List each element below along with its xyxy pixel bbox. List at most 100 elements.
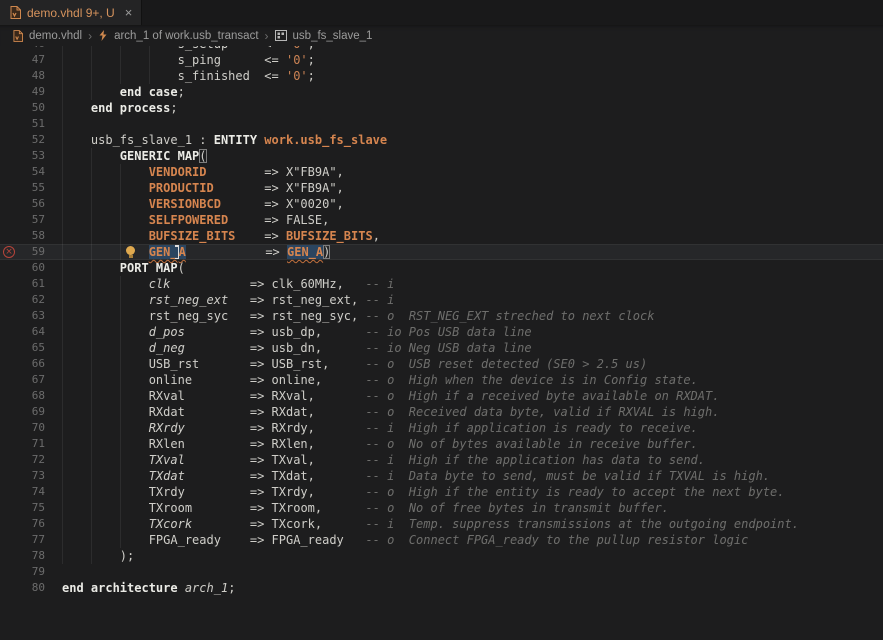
code-token: => (199, 357, 271, 371)
code-token: PRODUCTID (149, 181, 214, 195)
code-token: online (149, 373, 192, 387)
code-line-content: RXval => RXval, -- o High if a received … (62, 388, 719, 404)
gutter: 57 (0, 212, 62, 228)
code-line-56[interactable]: 56 VERSIONBCD => X"0020", (0, 196, 883, 212)
code-line-68[interactable]: 68 RXval => RXval, -- o High if a receiv… (0, 388, 883, 404)
code-line-69[interactable]: 69 RXdat => RXdat, -- o Received data by… (0, 404, 883, 420)
code-token: RXlen (149, 437, 185, 451)
code-line-77[interactable]: 77 FPGA_ready => FPGA_ready -- o Connect… (0, 532, 883, 548)
code-token: clk (149, 277, 171, 291)
code-line-76[interactable]: 76 TXcork => TXcork, -- i Temp. suppress… (0, 516, 883, 532)
gutter: 62 (0, 292, 62, 308)
code-line-54[interactable]: 54 VENDORID => X"FB9A", (0, 164, 883, 180)
line-number: 79 (11, 564, 45, 580)
code-line-66[interactable]: 66 USB_rst => USB_rst, -- o USB reset de… (0, 356, 883, 372)
tab-bar-empty-space (142, 0, 883, 25)
line-number: 47 (11, 52, 45, 68)
code-token: ; (308, 69, 315, 83)
code-line-79[interactable]: 79 (0, 564, 883, 580)
code-line-71[interactable]: 71 RXlen => RXlen, -- o No of bytes avai… (0, 436, 883, 452)
code-line-70[interactable]: 70 RXrdy => RXrdy, -- i High if applicat… (0, 420, 883, 436)
line-number: 76 (11, 516, 45, 532)
code-token: => (185, 469, 272, 483)
code-token (62, 229, 149, 243)
code-token: <= (264, 53, 286, 67)
line-number: 48 (11, 68, 45, 84)
code-token: TXcork, (272, 517, 366, 531)
code-token: => (185, 341, 272, 355)
gutter: 68 (0, 388, 62, 404)
code-token: ENTITY (214, 133, 265, 147)
code-line-47[interactable]: 47 s_ping <= '0'; (0, 52, 883, 68)
code-line-content: TXrdy => TXrdy, -- o High if the entity … (62, 484, 784, 500)
code-line-64[interactable]: 64 d_pos => usb_dp, -- io Pos USB data l… (0, 324, 883, 340)
code-line-60[interactable]: 60 PORT MAP( (0, 260, 883, 276)
code-line-67[interactable]: 67 online => online, -- o High when the … (0, 372, 883, 388)
code-token: end process (91, 101, 170, 115)
tab-bar: demo.vhdl 9+, U × (0, 0, 883, 25)
code-token (62, 325, 149, 339)
code-line-content: online => online, -- o High when the dev… (62, 372, 698, 388)
code-token (62, 261, 120, 275)
gutter: 70 (0, 420, 62, 436)
gutter: 67 (0, 372, 62, 388)
code-token: => (170, 277, 271, 291)
code-token: rst_neg_syc (149, 309, 228, 323)
code-line-61[interactable]: 61 clk => clk_60MHz, -- i (0, 276, 883, 292)
tab-close-icon[interactable]: × (125, 6, 133, 19)
code-line-72[interactable]: 72 TXval => TXval, -- i High if the appl… (0, 452, 883, 468)
code-line-55[interactable]: 55 PRODUCTID => X"FB9A", (0, 180, 883, 196)
code-token: -- o RST_NEG_EXT streched to next clock (365, 309, 654, 323)
code-token: SELFPOWERED (149, 213, 228, 227)
code-line-78[interactable]: 78 ); (0, 548, 883, 564)
line-number: 64 (11, 324, 45, 340)
code-line-51[interactable]: 51 (0, 116, 883, 132)
code-token: VENDORID (149, 165, 207, 179)
code-token: usb_dn, (272, 341, 366, 355)
code-line-59[interactable]: ×59 GEN_A => GEN_A) (0, 244, 883, 260)
line-number: 63 (11, 308, 45, 324)
tab-demo-vhdl[interactable]: demo.vhdl 9+, U × (0, 0, 142, 25)
breadcrumb-file[interactable]: demo.vhdl (29, 30, 82, 42)
chevron-right-icon: › (88, 29, 92, 43)
code-line-57[interactable]: 57 SELFPOWERED => FALSE, (0, 212, 883, 228)
line-number: 61 (11, 276, 45, 292)
code-line-75[interactable]: 75 TXroom => TXroom, -- o No of free byt… (0, 500, 883, 516)
code-line-53[interactable]: 53 GENERIC MAP( (0, 148, 883, 164)
code-line-48[interactable]: 48 s_finished <= '0'; (0, 68, 883, 84)
code-token: GEN_A (287, 245, 323, 259)
breadcrumb-architecture[interactable]: arch_1 of work.usb_transact (114, 30, 258, 42)
code-token: TXroom (149, 501, 192, 515)
code-token: FALSE, (286, 213, 329, 227)
code-line-49[interactable]: 49 end case; (0, 84, 883, 100)
code-editor[interactable]: 46 s_setup <= '0';47 s_ping <= '0';48 s_… (0, 46, 883, 640)
gutter: 72 (0, 452, 62, 468)
code-token: => (207, 165, 286, 179)
code-token (62, 421, 149, 435)
code-line-content: end case; (62, 84, 185, 100)
code-token (62, 165, 149, 179)
code-line-73[interactable]: 73 TXdat => TXdat, -- i Data byte to sen… (0, 468, 883, 484)
gutter: 61 (0, 276, 62, 292)
line-number: 71 (11, 436, 45, 452)
code-line-58[interactable]: 58 BUFSIZE_BITS => BUFSIZE_BITS, (0, 228, 883, 244)
code-line-50[interactable]: 50 end process; (0, 100, 883, 116)
code-line-65[interactable]: 65 d_neg => usb_dn, -- io Neg USB data l… (0, 340, 883, 356)
lightbulb-icon[interactable] (126, 246, 135, 258)
code-token: TXval (149, 453, 185, 467)
code-line-62[interactable]: 62 rst_neg_ext => rst_neg_ext, -- i (0, 292, 883, 308)
code-token: => (185, 453, 272, 467)
code-line-63[interactable]: 63 rst_neg_syc => rst_neg_syc, -- o RST_… (0, 308, 883, 324)
code-token: USB_rst (149, 357, 200, 371)
vhdl-file-icon (13, 30, 23, 42)
code-line-52[interactable]: 52 usb_fs_slave_1 : ENTITY work.usb_fs_s… (0, 132, 883, 148)
code-line-74[interactable]: 74 TXrdy => TXrdy, -- o High if the enti… (0, 484, 883, 500)
code-token: -- i Data byte to send, must be valid if… (365, 469, 770, 483)
code-line-80[interactable]: 80end architecture arch_1; (0, 580, 883, 596)
code-line-content: USB_rst => USB_rst, -- o USB reset detec… (62, 356, 647, 372)
code-line-content: VENDORID => X"FB9A", (62, 164, 344, 180)
breadcrumb-instance[interactable]: usb_fs_slave_1 (293, 30, 373, 42)
code-token: -- i High if the application has data to… (365, 453, 705, 467)
code-token: => (185, 421, 272, 435)
code-token: ; (308, 46, 315, 51)
